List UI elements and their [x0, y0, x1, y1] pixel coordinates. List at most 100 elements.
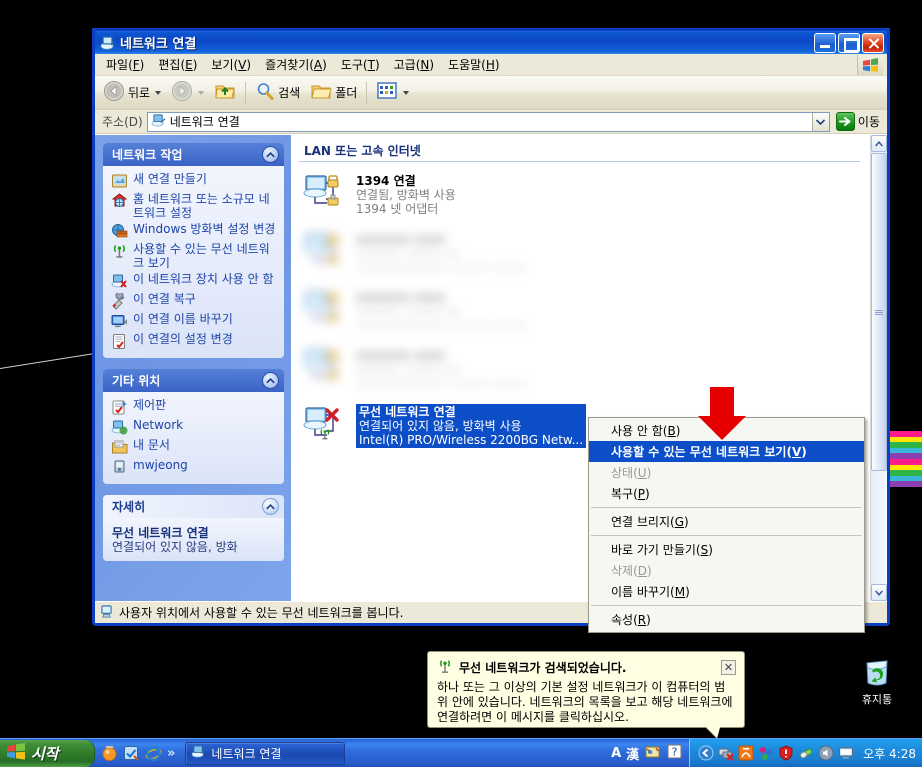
- tray-pill-icon[interactable]: [798, 745, 814, 761]
- menu-item-6[interactable]: 고급(N): [387, 54, 441, 75]
- connection-item[interactable]: 1394 연결 연결됨, 방화벽 사용 1394 넷 어댑터: [299, 170, 870, 218]
- sidebar-item-4[interactable]: mwjeong: [110, 457, 278, 477]
- quicklaunch-show-desktop-icon[interactable]: [123, 745, 140, 762]
- go-button[interactable]: 이동: [834, 111, 884, 132]
- connection-item[interactable]: xxxxxxx xxxx xxxxxx, xxxxx xx xxxxxxxxxxxx…: [299, 344, 870, 392]
- ime-alpha-label[interactable]: A: [611, 746, 621, 761]
- sidebar-item-1[interactable]: 제어판: [110, 397, 278, 417]
- sidebar-item-2[interactable]: Network: [110, 417, 278, 437]
- views-dropdown-icon[interactable]: [403, 90, 410, 95]
- menu-item-3[interactable]: 보기(V): [204, 54, 258, 75]
- other-places-header[interactable]: 기타 위치: [103, 369, 284, 392]
- up-button[interactable]: [210, 78, 240, 107]
- toolbar[interactable]: 뒤로 검색 폴더: [95, 76, 887, 110]
- connection-meta: xxxxxxx xxxx xxxxxx, xxxxx xx xxxxxxxxxxxx…: [356, 288, 527, 332]
- window-titlebar[interactable]: 네트워크 연결: [92, 28, 890, 54]
- other-places-panel: 기타 위치 제어판 Network 내 문서 mwjeong: [103, 369, 284, 484]
- quick-launch[interactable]: »: [95, 745, 181, 762]
- tray-security-shield-icon[interactable]: [778, 745, 794, 761]
- balloon-close-icon[interactable]: ✕: [721, 660, 736, 675]
- balloon-body: 하나 또는 그 이상의 기본 설정 네트워크가 이 컴퓨터의 범위 안에 있습니…: [437, 680, 733, 724]
- tray-bluetooth-icon[interactable]: [758, 745, 774, 761]
- details-header[interactable]: 자세히: [103, 495, 284, 518]
- scrollbar-thumb[interactable]: [871, 153, 887, 471]
- chevron-up-icon[interactable]: [262, 146, 279, 163]
- menu-item-4[interactable]: 즐겨찾기(A): [258, 54, 334, 75]
- menu-item-5[interactable]: 도구(T): [334, 54, 387, 75]
- connection-meta: xxxxxxx xxxx xxxxxx, xxxxx xx xxxxxxxxxxxx…: [356, 346, 527, 390]
- ime-help-icon[interactable]: ?: [666, 743, 683, 763]
- back-dropdown-icon[interactable]: [155, 90, 162, 95]
- scroll-down-button[interactable]: [871, 584, 887, 601]
- tray-ime-orange-icon[interactable]: [738, 745, 754, 761]
- scroll-up-button[interactable]: [871, 135, 887, 152]
- search-button[interactable]: 검색: [251, 78, 304, 107]
- menu-item-7[interactable]: 도움말(H): [441, 54, 507, 75]
- tray-volume-icon[interactable]: [818, 745, 834, 761]
- tray-network-disconnected-icon[interactable]: [718, 745, 734, 761]
- menu-item-1[interactable]: 파일(F): [99, 54, 151, 75]
- windows-flag-icon: [857, 55, 883, 75]
- scrollbar-track[interactable]: [871, 153, 887, 583]
- taskbar-buttons[interactable]: 네트워크 연결: [181, 741, 605, 765]
- chevron-up-icon[interactable]: [262, 498, 279, 515]
- address-dropdown-icon[interactable]: [811, 112, 829, 131]
- maximize-button[interactable]: [838, 32, 860, 53]
- address-input[interactable]: 네트워크 연결: [146, 111, 830, 132]
- forward-button[interactable]: [167, 77, 208, 108]
- connection-device: xxxxxxxxxxxxx xxxxx xxxxx: [356, 318, 527, 332]
- sidebar-item-label: 이 연결 이름 바꾸기: [133, 312, 233, 326]
- context-menu-item[interactable]: 속성(R): [589, 609, 864, 630]
- tray-expand-icon[interactable]: [698, 745, 714, 761]
- connection-item[interactable]: xxxxxxx xxxx xxxxxx, xxxxx xx xxxxxxxxxxxx…: [299, 228, 870, 276]
- folders-button[interactable]: 폴더: [306, 78, 361, 107]
- chevron-up-icon[interactable]: [262, 372, 279, 389]
- connection-item[interactable]: xxxxxxx xxxx xxxxxx, xxxxx xx xxxxxxxxxxxx…: [299, 286, 870, 334]
- ime-pad-icon[interactable]: [644, 743, 661, 763]
- context-menu[interactable]: 사용 안 함(B) 사용할 수 있는 무선 네트워크 보기(V) 상태(U) 복구(P…: [588, 417, 865, 633]
- wireless-balloon-tip[interactable]: 무선 네트워크가 검색되었습니다. ✕ 하나 또는 그 이상의 기본 설정 네트…: [427, 651, 745, 728]
- back-button[interactable]: 뒤로: [99, 77, 165, 108]
- quicklaunch-media-icon[interactable]: [101, 745, 118, 762]
- wireless-icon: [111, 243, 128, 260]
- sidebar-item-7[interactable]: 이 연결 이름 바꾸기: [110, 311, 278, 331]
- context-menu-item[interactable]: 이름 바꾸기(M): [589, 581, 864, 602]
- context-menu-item[interactable]: 바로 가기 만들기(S): [589, 539, 864, 560]
- menu-item-2[interactable]: 편집(E): [151, 54, 204, 75]
- sidebar-item-6[interactable]: 이 연결 복구: [110, 291, 278, 311]
- context-menu-item[interactable]: 복구(P): [589, 483, 864, 504]
- context-menu-item[interactable]: 연결 브리지(G): [589, 511, 864, 532]
- context-menu-item[interactable]: 사용할 수 있는 무선 네트워크 보기(V): [589, 441, 864, 462]
- quicklaunch-internet-explorer-icon[interactable]: [145, 745, 162, 762]
- network-tasks-header[interactable]: 네트워크 작업: [103, 143, 284, 166]
- address-bar[interactable]: 주소(D) 네트워크 연결 이동: [95, 110, 887, 134]
- ime-indicator[interactable]: A 漢 ?: [605, 743, 689, 763]
- sidebar-item-1[interactable]: 새 연결 만들기: [110, 171, 278, 191]
- forward-dropdown-icon[interactable]: [198, 90, 205, 95]
- context-menu-separator: [591, 507, 862, 508]
- taskbar-item-network-connections[interactable]: 네트워크 연결: [185, 741, 346, 765]
- window-controls[interactable]: [814, 32, 884, 53]
- menu-bar[interactable]: 파일(F) 편집(E) 보기(V) 즐겨찾기(A) 도구(T) 고급(N) 도움말(H): [95, 54, 887, 76]
- ime-hanja-label[interactable]: 漢: [626, 744, 639, 763]
- taskbar[interactable]: 시작 » 네트워크 연결 A 漢 ? 오후 4:28: [0, 738, 922, 767]
- connection-status: 연결되어 있지 않음, 방화벽 사용: [359, 419, 522, 433]
- close-button[interactable]: [862, 32, 884, 53]
- sidebar-item-4[interactable]: 사용할 수 있는 무선 네트워크 보기: [110, 241, 278, 271]
- desktop-icon-recycle-bin[interactable]: 휴지통: [844, 655, 910, 707]
- tray-display-icon[interactable]: [838, 745, 854, 761]
- quicklaunch-more-icon[interactable]: »: [167, 746, 175, 761]
- start-button[interactable]: 시작: [0, 739, 95, 767]
- balloon-header: 무선 네트워크가 검색되었습니다. ✕: [437, 658, 736, 677]
- sidebar-item-3[interactable]: Windows 방화벽 설정 변경: [110, 221, 278, 241]
- sidebar-item-8[interactable]: 이 연결의 설정 변경: [110, 331, 278, 351]
- sidebar-item-3[interactable]: 내 문서: [110, 437, 278, 457]
- taskbar-clock[interactable]: 오후 4:28: [863, 745, 916, 762]
- toolbar-separator-2: [366, 81, 368, 104]
- sidebar-item-2[interactable]: 홈 네트워크 또는 소규모 네트워크 설정: [110, 191, 278, 221]
- system-tray[interactable]: 오후 4:28: [689, 738, 922, 767]
- vertical-scrollbar[interactable]: [870, 135, 887, 601]
- sidebar-item-5[interactable]: 이 네트워크 장치 사용 안 함: [110, 271, 278, 291]
- views-button[interactable]: [372, 79, 413, 106]
- minimize-button[interactable]: [814, 32, 836, 53]
